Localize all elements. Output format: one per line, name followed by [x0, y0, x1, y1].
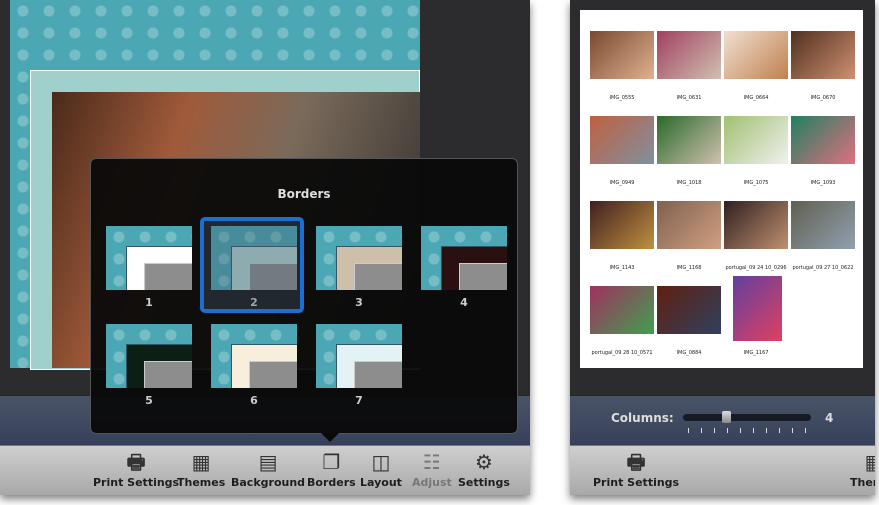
- popover-title: Borders: [277, 187, 331, 201]
- slider-tick: [740, 428, 741, 433]
- toolbar: 🖶 Print Settings ▦ Themes: [570, 445, 875, 495]
- border-option-3[interactable]: [316, 226, 402, 290]
- toolbar-print-settings-button[interactable]: 🖶 Print Settings: [593, 450, 679, 489]
- photo-thumbnail[interactable]: [791, 31, 855, 79]
- photo-placeholder: [249, 361, 297, 388]
- photo-caption: IMG_0670: [810, 95, 836, 101]
- toolbar-label: Layout: [360, 476, 402, 489]
- slider-tick: [688, 428, 689, 433]
- photo-thumbnail[interactable]: [657, 31, 721, 79]
- columns-slider[interactable]: [683, 414, 811, 421]
- toolbar-label: Print Settings: [93, 476, 180, 489]
- border-option-5[interactable]: [106, 324, 192, 388]
- toolbar-themes-button[interactable]: ▦ Themes: [177, 450, 225, 489]
- layout-icon: ◫: [371, 450, 391, 474]
- slider-tick: [727, 428, 728, 433]
- options-bar: Columns: 4: [570, 395, 875, 445]
- photo-caption: IMG_1093: [810, 180, 836, 186]
- popover-arrow: [321, 433, 339, 442]
- toolbar-label: Themes: [850, 476, 875, 489]
- border-option-1[interactable]: [106, 226, 192, 290]
- photo-thumbnail[interactable]: [724, 31, 788, 79]
- border-option-label: 4: [460, 296, 468, 309]
- photo-thumbnail[interactable]: [657, 116, 721, 164]
- photo-thumbnail[interactable]: [590, 116, 654, 164]
- photo-placeholder: [144, 263, 192, 290]
- toolbar-label: Themes: [177, 476, 226, 489]
- toolbar-settings-button[interactable]: ⚙ Settings: [458, 450, 510, 489]
- toolbar-background-button[interactable]: ▤ Background: [231, 450, 305, 489]
- border-option-label: 7: [355, 394, 363, 407]
- slider-tick: [779, 428, 780, 433]
- toolbar: 🖶 Print Settings ▦ Themes ▤ Background ❐ Border…: [0, 445, 530, 495]
- toolbar-label: Borders: [307, 476, 356, 489]
- photo-caption: IMG_1167: [743, 350, 769, 356]
- photo-caption: portugal_09 27 10_0622: [792, 265, 854, 271]
- toolbar-label: Print Settings: [593, 476, 680, 489]
- borders-window: 🖶 Print Settings ▦ Themes ▤ Background ❐ Border…: [0, 0, 530, 495]
- toolbar-label: Adjust: [412, 476, 452, 489]
- borders-icon: ❐: [322, 450, 341, 474]
- toolbar-label: Settings: [458, 476, 510, 489]
- themes-icon: ▦: [864, 450, 875, 474]
- photo-placeholder: [354, 263, 402, 290]
- photo-thumbnail[interactable]: [657, 286, 721, 334]
- photo-thumbnail[interactable]: [590, 201, 654, 249]
- slider-tick: [714, 428, 715, 433]
- slider-tick: [792, 428, 793, 433]
- photo-thumbnail[interactable]: [724, 201, 788, 249]
- photo-placeholder: [459, 263, 507, 290]
- photo-thumbnail[interactable]: [733, 276, 782, 341]
- columns-value: 4: [825, 411, 834, 425]
- swatch-fan-icon: ▤: [258, 450, 278, 474]
- sliders-icon: ☷: [422, 450, 441, 474]
- printer-icon: 🖶: [126, 450, 146, 474]
- border-option-7[interactable]: [316, 324, 402, 388]
- themes-icon: ▦: [191, 450, 211, 474]
- printer-icon: 🖶: [626, 450, 646, 474]
- columns-label: Columns:: [611, 411, 674, 425]
- slider-tick: [766, 428, 767, 433]
- toolbar-themes-button[interactable]: ▦ Themes: [850, 450, 875, 489]
- border-option-label: 5: [145, 394, 153, 407]
- contact-sheet-page: IMG_0555 IMG_0631 IMG_0664 IMG_0670 IMG_0949…: [580, 10, 863, 368]
- border-option-label: 6: [250, 394, 258, 407]
- toolbar-print-settings-button[interactable]: 🖶 Print Settings: [93, 450, 179, 489]
- photo-thumbnail[interactable]: [590, 286, 654, 334]
- contact-sheet-window: IMG_0555 IMG_0631 IMG_0664 IMG_0670 IMG_0949…: [570, 0, 875, 495]
- toolbar-adjust-button: ☷ Adjust: [412, 450, 452, 489]
- slider-tick: [805, 428, 806, 433]
- photo-thumbnail[interactable]: [791, 116, 855, 164]
- border-option-6[interactable]: [211, 324, 297, 388]
- slider-tick: [753, 428, 754, 433]
- photo-thumbnail[interactable]: [791, 201, 855, 249]
- slider-tick: [701, 428, 702, 433]
- border-option-label: 3: [355, 296, 363, 309]
- photo-placeholder: [354, 361, 402, 388]
- border-option-label: 1: [145, 296, 153, 309]
- photo-placeholder: [144, 361, 192, 388]
- gear-icon: ⚙: [475, 450, 493, 474]
- columns-slider-thumb[interactable]: [722, 411, 731, 423]
- border-option-4[interactable]: [421, 226, 507, 290]
- toolbar-layout-button[interactable]: ◫ Layout: [360, 450, 402, 489]
- borders-popover: Borders 1234567: [90, 158, 518, 442]
- toolbar-label: Background: [231, 476, 306, 489]
- photo-thumbnail[interactable]: [590, 31, 654, 79]
- toolbar-borders-button[interactable]: ❐ Borders: [307, 450, 356, 489]
- selected-border-highlight: [200, 217, 304, 313]
- photo-thumbnail[interactable]: [724, 116, 788, 164]
- photo-thumbnail[interactable]: [657, 201, 721, 249]
